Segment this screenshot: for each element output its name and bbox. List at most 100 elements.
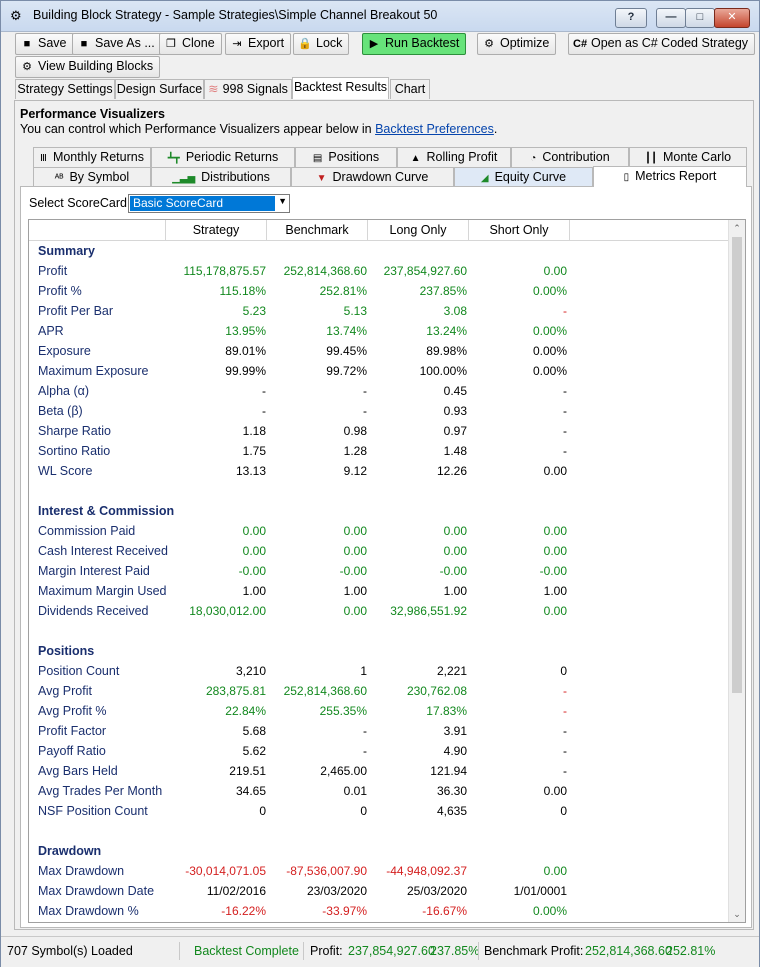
tab-positions-label: Positions bbox=[328, 150, 380, 164]
metric-value: - bbox=[563, 404, 567, 418]
metric-value: 13.74% bbox=[326, 324, 367, 338]
metric-value: 36.30 bbox=[436, 784, 467, 798]
tab-equity-curve[interactable]: ◢ Equity Curve bbox=[454, 167, 593, 188]
tab-monthly-returns[interactable]: Ⅲ Monthly Returns bbox=[33, 147, 151, 168]
backtest-preferences-link[interactable]: Backtest Preferences bbox=[375, 122, 494, 136]
lock-button[interactable]: 🔒 Lock bbox=[293, 33, 350, 55]
metric-value: 283,875.81 bbox=[205, 684, 266, 698]
metric-value: 5.23 bbox=[242, 304, 266, 318]
tab-signals[interactable]: ≋ 998 Signals bbox=[204, 79, 292, 99]
view-building-blocks-label: View Building Blocks bbox=[38, 59, 154, 73]
metric-value: 3,210 bbox=[235, 664, 266, 678]
clone-button[interactable]: ❐ Clone bbox=[159, 33, 222, 55]
tab-rolling-profit[interactable]: ▲ Rolling Profit bbox=[397, 147, 511, 168]
tab-strategy-settings[interactable]: Strategy Settings bbox=[15, 79, 115, 99]
tab-drawdown-curve[interactable]: ▼ Drawdown Curve bbox=[291, 167, 454, 188]
scroll-up-icon[interactable]: ⌃ bbox=[729, 220, 745, 236]
tab-backtest-results[interactable]: Backtest Results bbox=[292, 77, 389, 99]
metric-label: Sortino Ratio bbox=[38, 444, 111, 458]
metric-value: 13.13 bbox=[235, 464, 266, 478]
table-row: Position Count 3,210 1 2,221 0 bbox=[29, 661, 729, 681]
metric-value: 0.00 bbox=[543, 784, 567, 798]
save-as-button[interactable]: ■ Save As ... bbox=[72, 33, 162, 55]
scorecard-select[interactable]: Basic ScoreCard ▼ bbox=[128, 194, 290, 213]
status-divider bbox=[303, 942, 304, 960]
tab-periodic-returns-label: Periodic Returns bbox=[185, 150, 279, 164]
metric-value: - bbox=[363, 384, 367, 398]
metric-value: 237.85% bbox=[419, 284, 467, 298]
table-row: Avg Profit 283,875.81 252,814,368.60 230,76… bbox=[29, 681, 729, 701]
scroll-thumb[interactable] bbox=[732, 237, 742, 693]
close-button[interactable]: ✕ bbox=[714, 8, 750, 28]
metric-value: 89.01% bbox=[225, 344, 266, 358]
save-button[interactable]: ■ Save bbox=[15, 33, 74, 55]
toolbar: ■ Save ■ Save As ... ❐ Clone ⇥ Export 🔒 Lock … bbox=[1, 31, 759, 55]
metric-value: 3.91 bbox=[443, 724, 467, 738]
scroll-down-icon[interactable]: ⌄ bbox=[729, 906, 745, 922]
tab-by-symbol[interactable]: ᴬᴮ By Symbol bbox=[33, 167, 151, 188]
metric-label: Profit Factor bbox=[38, 724, 107, 738]
tab-rolling-profit-label: Rolling Profit bbox=[426, 150, 498, 164]
tab-monte-carlo-label: Monte Carlo bbox=[662, 150, 732, 164]
help-button[interactable]: ? bbox=[615, 8, 647, 28]
vertical-scrollbar[interactable]: ⌃ ⌄ bbox=[728, 220, 745, 922]
export-button[interactable]: ⇥ Export bbox=[225, 33, 292, 55]
tab-positions[interactable]: ▤ Positions bbox=[295, 147, 397, 168]
metric-value: 230,762.08 bbox=[406, 684, 467, 698]
metric-value: 9.12 bbox=[343, 464, 367, 478]
metric-label: Avg Profit % bbox=[38, 704, 107, 718]
table-row: Profit Per Bar 5.23 5.13 3.08 - bbox=[29, 301, 729, 321]
tab-periodic-returns[interactable]: ┻┳ Periodic Returns bbox=[151, 147, 295, 168]
benchmark-status-pct: 252.81% bbox=[666, 944, 716, 958]
metric-value: 0.00 bbox=[242, 524, 266, 538]
table-row: Max Drawdown % -16.22% -33.97% -16.67% 0.00% bbox=[29, 901, 729, 921]
metric-value: 99.45% bbox=[326, 344, 367, 358]
table-row: APR 13.95% 13.74% 13.24% 0.00% bbox=[29, 321, 729, 341]
benchmark-status-label: Benchmark Profit: bbox=[484, 944, 584, 958]
metric-value: 0.98 bbox=[343, 424, 367, 438]
metric-value: 121.94 bbox=[430, 764, 467, 778]
metric-value: 0.00 bbox=[343, 604, 367, 618]
tab-chart[interactable]: Chart bbox=[390, 79, 430, 99]
tab-metrics-report[interactable]: ▯ Metrics Report bbox=[593, 166, 747, 187]
metric-value: 0.00 bbox=[343, 544, 367, 558]
header-short-only[interactable]: Short Only bbox=[469, 220, 570, 240]
metric-value: 13.95% bbox=[225, 324, 266, 338]
metric-value: 1.00 bbox=[242, 584, 266, 598]
metric-label: WL Score bbox=[38, 464, 93, 478]
tab-monte-carlo[interactable]: ┃┃ Monte Carlo bbox=[629, 147, 747, 168]
header-strategy[interactable]: Strategy bbox=[166, 220, 267, 240]
metric-label: Margin Interest Paid bbox=[38, 564, 150, 578]
optimize-button[interactable]: ⚙ Optimize bbox=[477, 33, 557, 55]
view-building-blocks-button[interactable]: ⚙ View Building Blocks bbox=[15, 56, 161, 78]
scorecard-selected-value: Basic ScoreCard bbox=[130, 196, 275, 211]
metric-value: 1.18 bbox=[242, 424, 266, 438]
open-csharp-button[interactable]: C# Open as C# Coded Strategy bbox=[568, 33, 756, 55]
performance-visualizers-subtitle: You can control which Performance Visual… bbox=[20, 122, 497, 136]
section-header: Positions bbox=[29, 641, 729, 661]
metric-value: 18,030,012.00 bbox=[189, 604, 266, 618]
minimize-button[interactable]: — bbox=[656, 8, 686, 28]
tab-distributions[interactable]: ▁▃▅ Distributions bbox=[151, 167, 291, 188]
metric-value: -33.97% bbox=[322, 904, 367, 918]
run-backtest-button[interactable]: ▶ Run Backtest bbox=[362, 33, 467, 55]
metric-value: 4,635 bbox=[436, 804, 467, 818]
metric-value: 1.00 bbox=[343, 584, 367, 598]
header-benchmark[interactable]: Benchmark bbox=[267, 220, 368, 240]
performance-visualizers-title: Performance Visualizers bbox=[20, 107, 165, 121]
table-row: Sortino Ratio 1.75 1.28 1.48 - bbox=[29, 441, 729, 461]
maximize-button[interactable]: □ bbox=[685, 8, 715, 28]
toolbar-secondary: ⚙ View Building Blocks bbox=[1, 54, 759, 78]
header-long-only[interactable]: Long Only bbox=[368, 220, 469, 240]
table-row: Profit 115,178,875.57 252,814,368.60 237,85… bbox=[29, 261, 729, 281]
metric-value: - bbox=[363, 724, 367, 738]
tab-contribution[interactable]: ◔ Contribution bbox=[511, 147, 629, 168]
rolling-profit-icon: ▲ bbox=[410, 153, 421, 164]
metric-value: - bbox=[262, 404, 266, 418]
tab-design-surface[interactable]: Design Surface bbox=[115, 79, 204, 99]
metric-value: 1/01/0001 bbox=[513, 884, 567, 898]
pie-chart-icon: ◔ bbox=[530, 153, 537, 164]
grid-body: Summary Profit 115,178,875.57 252,814,368.6… bbox=[29, 241, 729, 921]
